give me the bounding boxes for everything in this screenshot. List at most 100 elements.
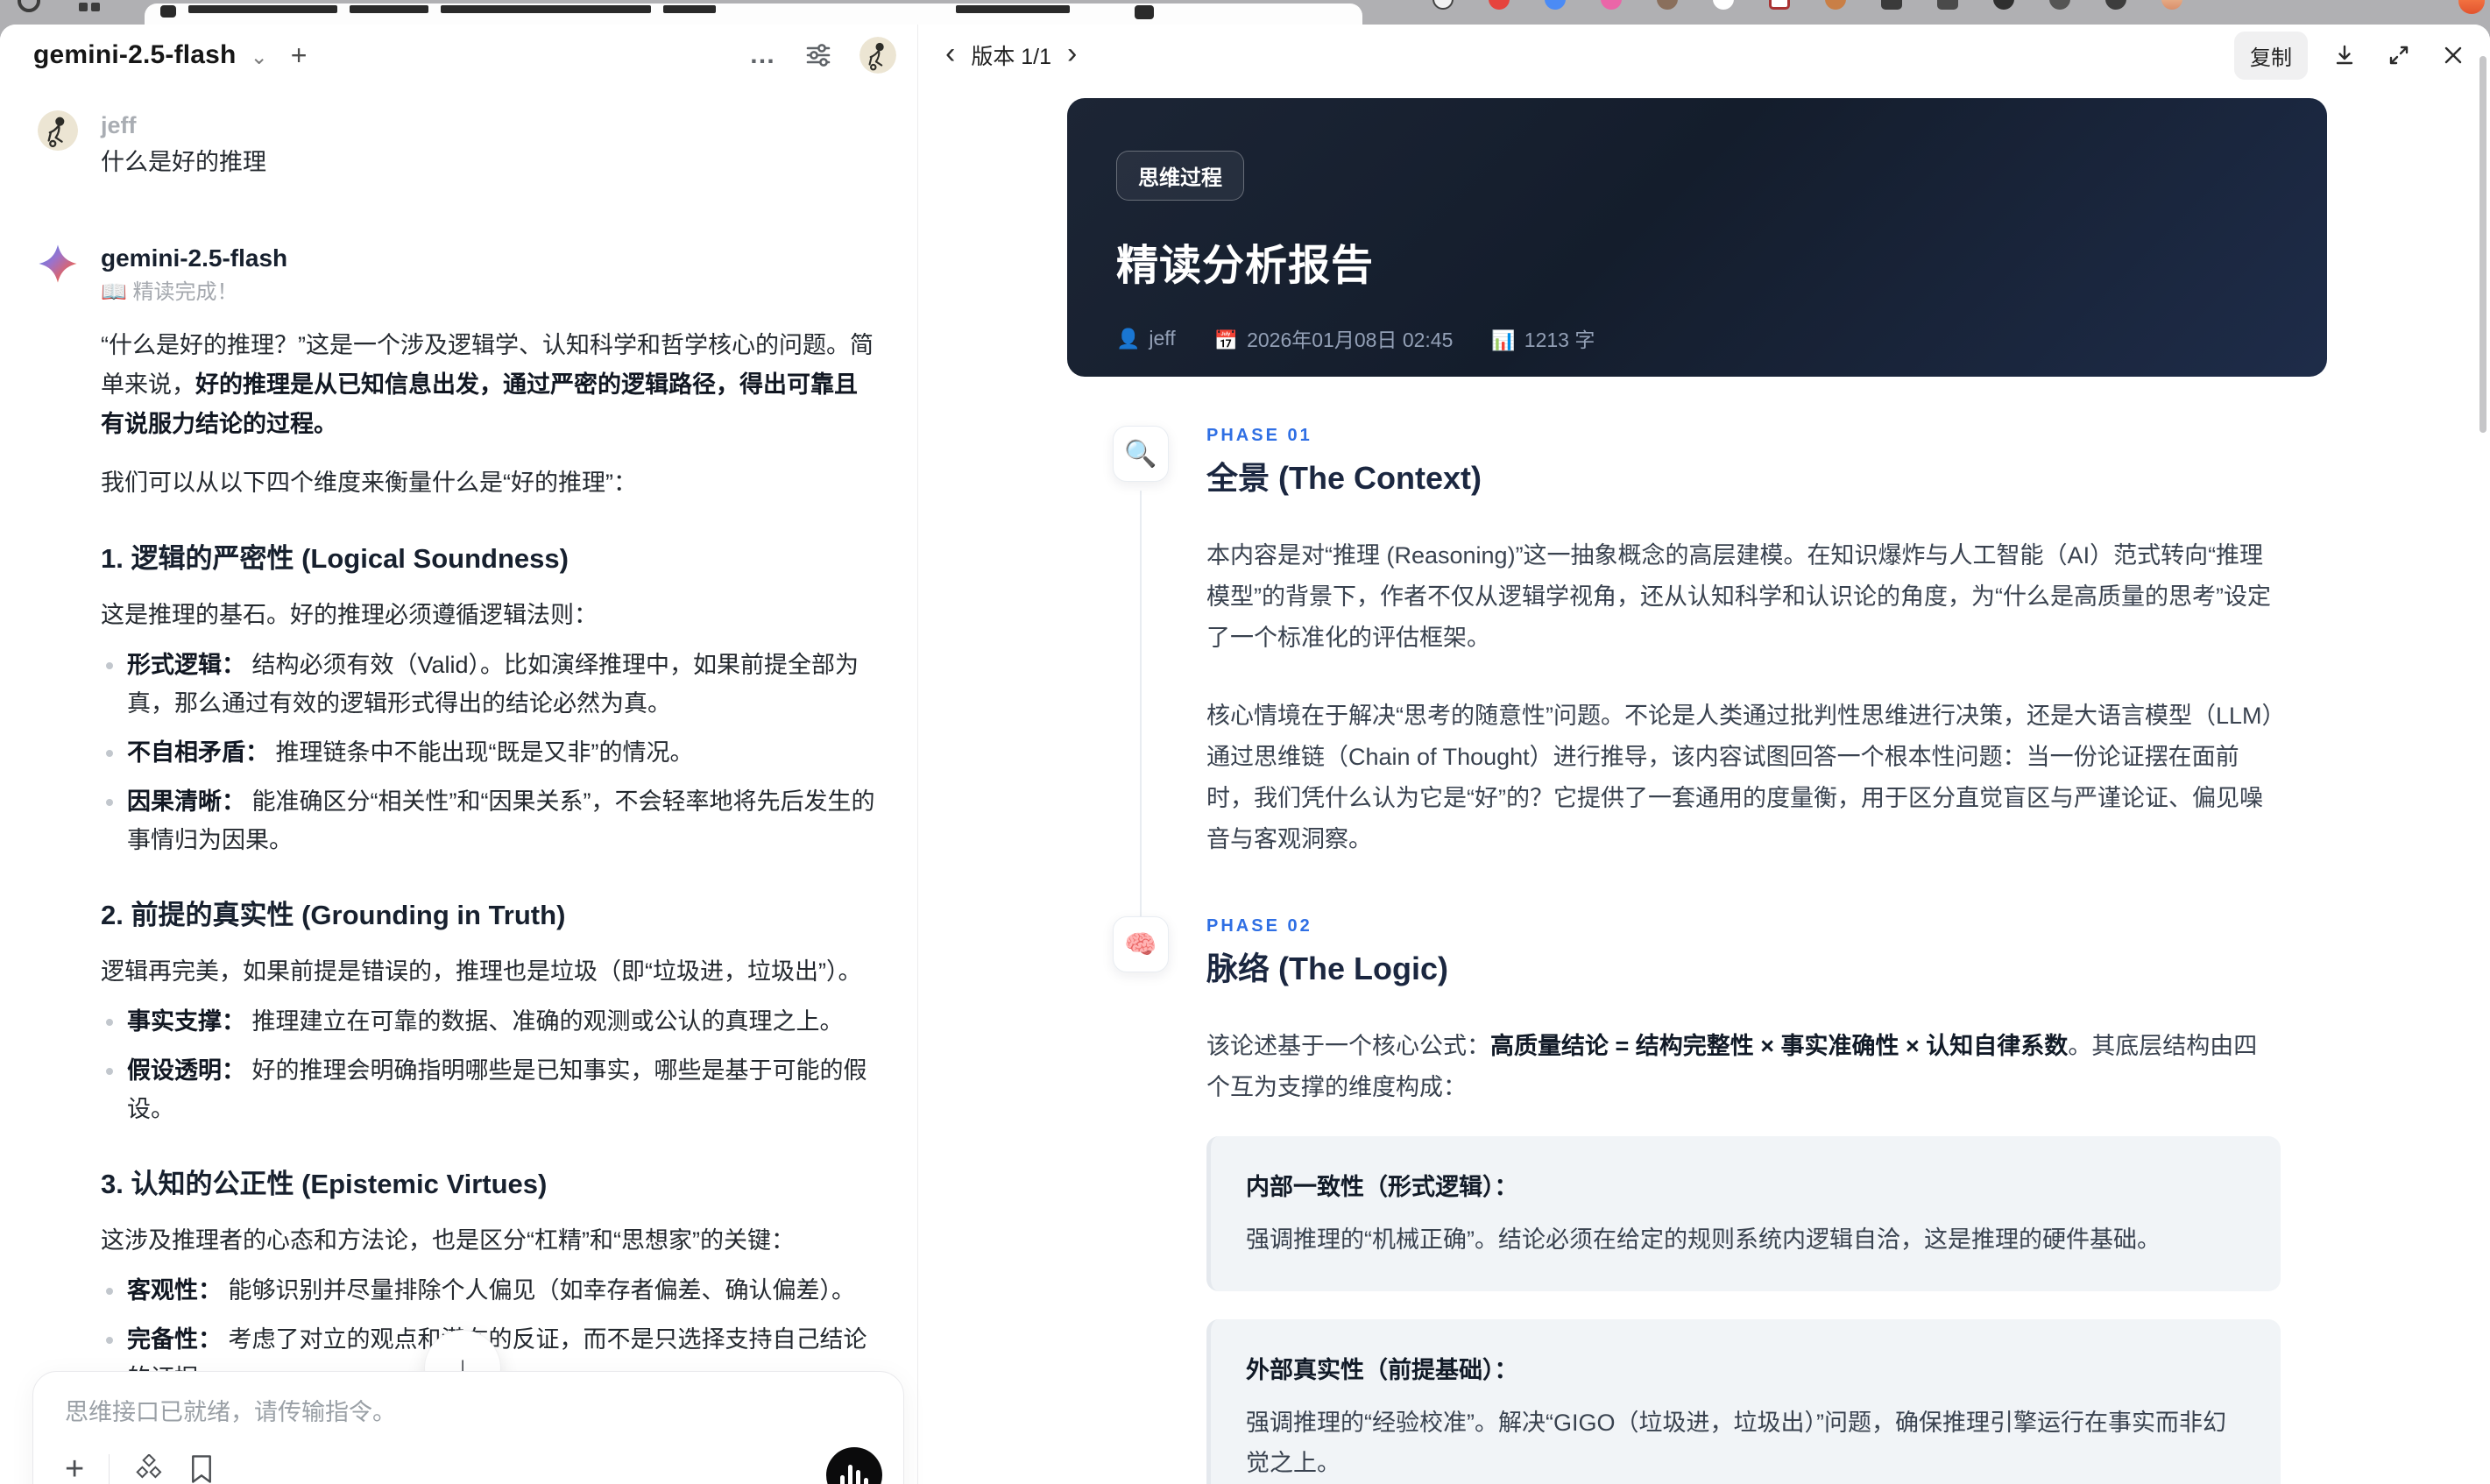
meta-datetime: 2026年01月08日 02:45	[1247, 329, 1454, 351]
extension-icon[interactable]	[1937, 0, 1958, 10]
phase-paragraph: 该论述基于一个核心公式：高质量结论 = 结构完整性 × 事实准确性 × 认知自律…	[1206, 1033, 2258, 1100]
apps-grid-icon[interactable]	[79, 0, 102, 12]
report-header: ‹ 版本 1/1 › 复制	[919, 25, 2490, 86]
extension-icon[interactable]	[1432, 0, 1454, 10]
list-item: 事实支撑： 推理建立在可靠的数据、准确的观测或公认的真理之上。	[101, 1002, 877, 1041]
scrollbar[interactable]	[2479, 56, 2486, 433]
sparkle-tools-icon[interactable]	[134, 1454, 164, 1484]
composer[interactable]: 思维接口已就绪，请传输指令。 +	[32, 1371, 904, 1484]
card-text: 强调推理的“经验校准”。解决“GIGO（垃圾进，垃圾出）”问题，确保推理引擎运行…	[1246, 1410, 2226, 1476]
expand-icon[interactable]	[2381, 38, 2416, 73]
report-scroll-area[interactable]: 思维过程 精读分析报告 👤 jeff 📅 2026年01月08日 02:45 📊 12…	[919, 86, 2490, 1484]
reload-icon[interactable]	[18, 0, 40, 12]
list-item: 不自相矛盾： 推理链条中不能出现“既是又非”的情况。	[101, 733, 877, 772]
meta-author: jeff	[1149, 326, 1176, 350]
section-heading-3: 3. 认知的公正性 (Epistemic Virtues)	[101, 1169, 548, 1199]
user-avatar[interactable]	[859, 37, 896, 74]
report-hero-card: 思维过程 精读分析报告 👤 jeff 📅 2026年01月08日 02:45 📊 12…	[1067, 98, 2327, 377]
section-intro-2: 逻辑再完美，如果前提是错误的，推理也是垃圾（即“垃圾进，垃圾出”）。	[101, 958, 862, 985]
assistant-paragraph: 我们可以从以下四个维度来衡量什么是“好的推理”：	[101, 470, 637, 496]
assistant-message-row: gemini-2.5-flash 📖 精读完成！ “什么是好的推理？”这是一个涉…	[38, 244, 877, 1484]
download-icon[interactable]	[2327, 38, 2362, 73]
extension-icon[interactable]	[1545, 0, 1566, 10]
composer-placeholder[interactable]: 思维接口已就绪，请传输指令。	[65, 1396, 872, 1428]
extension-icon[interactable]	[1769, 0, 1790, 10]
chat-header: gemini-2.5-flash ⌄ + …	[0, 25, 917, 86]
magnifier-icon: 🔍	[1113, 426, 1169, 482]
phase-02: 🧠 PHASE 02 脉络 (The Logic) 该论述基于一个核心公式：高质…	[1113, 916, 2490, 1484]
user-avatar	[38, 110, 78, 151]
model-selector[interactable]: gemini-2.5-flash	[33, 40, 237, 70]
app-window: gemini-2.5-flash ⌄ + … jeff 什么是好的推理 gemi…	[0, 25, 2490, 1484]
assistant-paragraph: “什么是好的推理？”这是一个涉及逻辑学、认知科学和哲学核心的问题。简单来说，好的…	[101, 332, 874, 437]
divider	[109, 1454, 110, 1484]
report-meta: 👤 jeff 📅 2026年01月08日 02:45 📊 1213 字	[1116, 323, 2278, 353]
report-panel: ‹ 版本 1/1 › 复制 思维过程 精读分析报告 👤 jeff 📅 2026年…	[919, 25, 2490, 1484]
phase-title: 全景 (The Context)	[1206, 460, 1482, 496]
chat-panel: gemini-2.5-flash ⌄ + … jeff 什么是好的推理 gemi…	[0, 25, 918, 1484]
list-item: 因果清晰： 能准确区分“相关性”和“因果关系”，不会轻率地将先后发生的事情归为因…	[101, 782, 877, 859]
extension-icon[interactable]	[2049, 0, 2070, 10]
phase-01: 🔍 PHASE 01 全景 (The Context) 本内容是对“推理 (Re…	[1113, 426, 2490, 925]
extension-icon[interactable]	[2105, 0, 2126, 10]
extension-icons-row	[1432, 0, 2182, 10]
bullet-list: 形式逻辑： 结构必须有效（Valid）。比如演绎推理中，如果前提全部为真，那么通…	[101, 646, 877, 859]
phase-label: PHASE 01	[1206, 426, 1312, 445]
extension-icon[interactable]	[1825, 0, 1846, 10]
tab-favicon	[160, 5, 176, 18]
logic-card-2: 外部真实性（前提基础）： 强调推理的“经验校准”。解决“GIGO（垃圾进，垃圾出…	[1206, 1319, 2281, 1484]
bullet-list: 事实支撑： 推理建立在可靠的数据、准确的观测或公认的真理之上。 假设透明： 好的…	[101, 1002, 877, 1128]
copy-button[interactable]: 复制	[2234, 31, 2308, 80]
more-options-icon[interactable]: …	[749, 40, 777, 70]
voice-input-button[interactable]	[826, 1447, 882, 1484]
gemini-logo-icon	[38, 244, 78, 284]
section-intro-3: 这涉及推理者的心态和方法论，也是区分“杠精”和“思想家”的关键：	[101, 1227, 795, 1254]
extension-icon[interactable]	[1657, 0, 1678, 10]
chat-scroll-area[interactable]: jeff 什么是好的推理 gemini-2.5-flash 📖 精读完成！ “什…	[0, 86, 917, 1484]
card-title: 内部一致性（形式逻辑）：	[1246, 1174, 1518, 1200]
list-item: 形式逻辑： 结构必须有效（Valid）。比如演绎推理中，如果前提全部为真，那么通…	[101, 646, 877, 723]
profile-avatar[interactable]	[2161, 0, 2182, 10]
version-navigator: ‹ 版本 1/1 ›	[945, 39, 1077, 71]
user-name: jeff	[101, 112, 137, 138]
chevron-left-icon[interactable]: ‹	[945, 39, 955, 68]
browser-toolbar	[0, 0, 2490, 25]
phase-label: PHASE 02	[1206, 916, 1312, 936]
browser-menu-icon[interactable]	[2458, 0, 2485, 14]
tab-badge-icon	[1135, 5, 1154, 19]
extension-icon[interactable]	[1993, 0, 2014, 10]
extension-icon[interactable]	[1713, 0, 1734, 10]
bookmark-icon[interactable]	[188, 1454, 215, 1484]
section-heading-1: 1. 逻辑的严密性 (Logical Soundness)	[101, 543, 569, 574]
timeline-connector	[1140, 491, 1142, 925]
assistant-status: 📖 精读完成！	[101, 280, 238, 304]
user-message-text: 什么是好的推理	[101, 149, 266, 175]
chevron-right-icon[interactable]: ›	[1067, 39, 1077, 68]
list-item: 假设透明： 好的推理会明确指明哪些是已知事实，哪些是基于可能的假设。	[101, 1051, 877, 1128]
section-heading-2: 2. 前提的真实性 (Grounding in Truth)	[101, 900, 566, 930]
assistant-name: gemini-2.5-flash	[101, 244, 288, 272]
version-label: 版本 1/1	[971, 45, 1052, 69]
card-title: 外部真实性（前提基础）：	[1246, 1357, 1518, 1383]
attach-plus-button[interactable]: +	[65, 1452, 84, 1484]
card-text: 强调推理的“机械正确”。结论必须在给定的规则系统内逻辑自洽，这是推理的硬件基础。	[1246, 1226, 2161, 1253]
settings-sliders-icon[interactable]	[803, 40, 833, 70]
browser-tab[interactable]	[145, 4, 1362, 25]
logic-card-1: 内部一致性（形式逻辑）： 强调推理的“机械正确”。结论必须在给定的规则系统内逻辑…	[1206, 1136, 2281, 1291]
meta-wordcount: 1213 字	[1524, 329, 1595, 351]
author-icon: 👤	[1116, 327, 1141, 350]
extension-icon[interactable]	[1489, 0, 1510, 10]
report-title: 精读分析报告	[1116, 243, 1375, 289]
close-icon[interactable]	[2436, 38, 2471, 73]
list-item: 客观性： 能够识别并尽量排除个人偏见（如幸存者偏差、确认偏差）。	[101, 1271, 877, 1310]
brain-icon: 🧠	[1113, 916, 1169, 972]
chevron-down-icon[interactable]: ⌄	[251, 45, 268, 70]
new-chat-button[interactable]: +	[291, 41, 308, 69]
phase-title: 脉络 (The Logic)	[1206, 950, 1448, 986]
extension-icon[interactable]	[1601, 0, 1622, 10]
browser-left-icons	[18, 0, 102, 12]
phase-paragraph: 本内容是对“推理 (Reasoning)”这一抽象概念的高层建模。在知识爆炸与人…	[1206, 542, 2271, 651]
phase-paragraph: 核心情境在于解决“思考的随意性”问题。不论是人类通过批判性思维进行决策，还是大语…	[1206, 703, 2274, 852]
extension-icon[interactable]	[1881, 0, 1902, 10]
calendar-icon: 📅	[1213, 329, 1239, 351]
